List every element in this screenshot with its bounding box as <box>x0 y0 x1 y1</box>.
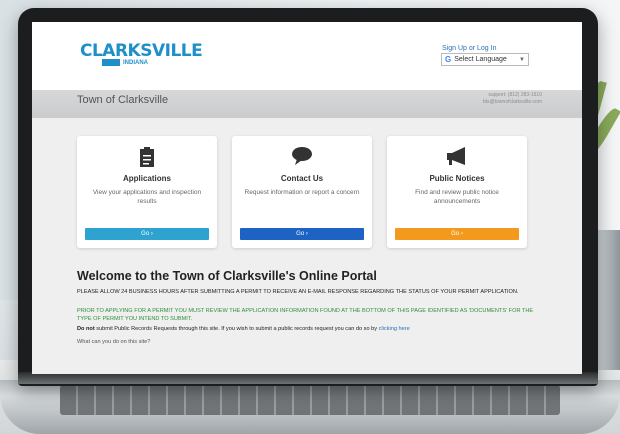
card-public-notices: Public Notices Find and review public no… <box>387 136 527 248</box>
card-description: Find and review public notice announceme… <box>415 189 499 205</box>
site-header: CLARKSVILLE INDIANA Sign Up or Log In G … <box>32 22 582 90</box>
speech-bubble-icon <box>232 146 372 168</box>
site-usage-question: What can you do on this site? <box>77 339 151 345</box>
card-title: Applications <box>122 174 171 183</box>
support-contact: support: (812) 283-1510 bts@townofclarks… <box>483 92 542 105</box>
clarksville-logo[interactable]: CLARKSVILLE INDIANA <box>80 41 203 66</box>
logo-word: CLARKSVILLE <box>80 41 203 61</box>
signup-login-link[interactable]: Sign Up or Log In <box>442 45 496 52</box>
records-request-link[interactable]: clicking here <box>379 326 410 332</box>
language-label: Select Language <box>454 56 507 63</box>
logo-state: INDIANA <box>123 59 148 66</box>
browser-screen: CLARKSVILLE INDIANA Sign Up or Log In G … <box>32 22 582 374</box>
card-title: Contact Us <box>280 174 324 183</box>
welcome-heading: Welcome to the Town of Clarksville's Onl… <box>77 269 377 283</box>
card-applications: Applications View your applications and … <box>77 136 217 248</box>
logo-bridge-icon <box>102 59 120 66</box>
card-description: View your applications and inspection re… <box>92 189 202 205</box>
card-contact-us: Contact Us Request information or report… <box>232 136 372 248</box>
clipboard-icon <box>77 146 217 168</box>
permit-response-notice: PLEASE ALLOW 24 BUSINESS HOURS AFTER SUB… <box>77 289 519 295</box>
card-description: Request information or report a concern <box>244 189 360 196</box>
language-select[interactable]: G Select Language ▼ <box>441 53 529 66</box>
records-request-text: Do not submit Public Records Requests th… <box>77 326 410 332</box>
town-title: Town of Clarksville <box>77 94 169 106</box>
applications-go-button[interactable]: Go › <box>85 228 209 240</box>
chevron-down-icon: ▼ <box>519 56 525 63</box>
laptop-keyboard <box>60 385 560 415</box>
card-title: Public Notices <box>429 174 485 183</box>
google-translate-icon: G <box>445 55 452 64</box>
public-notices-go-button[interactable]: Go › <box>395 228 519 240</box>
megaphone-icon <box>387 146 527 168</box>
permit-documents-notice: PRIOR TO APPLYING FOR A PERMIT YOU MUST … <box>77 308 534 322</box>
contact-us-go-button[interactable]: Go › <box>240 228 364 240</box>
